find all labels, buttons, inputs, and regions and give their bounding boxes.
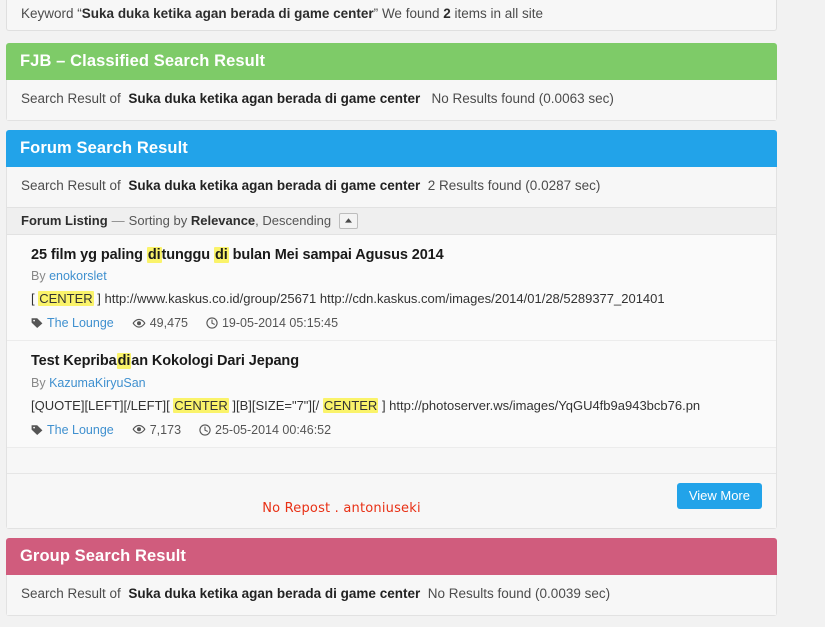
result-title-link[interactable]: 25 film yg paling ditunggu di bulan Mei … [31, 246, 444, 263]
search-term-highlight: di [116, 353, 132, 370]
search-results-page: Keyword “ Suka duka ketika agan berada d… [0, 0, 825, 627]
clock-icon [206, 317, 218, 330]
search-result-item[interactable]: Test Kepribadian Kokologi Dari Jepang By … [7, 341, 776, 449]
group-result-summary: Search Result of Suka duka ketika agan b… [7, 575, 776, 615]
result-timestamp: 19-05-2014 05:15:45 [221, 316, 339, 331]
keyword-value: Suka duka ketika agan berada di game cen… [81, 6, 374, 21]
fjb-result-summary: Search Result of Suka duka ketika agan b… [7, 80, 776, 120]
result-timestamp: 25-05-2014 00:46:52 [215, 422, 332, 437]
group-search-panel: Group Search Result Search Result of Suk… [6, 538, 777, 616]
forum-summary-prefix: Search Result of [21, 178, 121, 193]
text-fragment: an Kokologi Dari Jepang [131, 353, 299, 370]
result-snippet: [QUOTE][LEFT][/LEFT][ CENTER ][B][SIZE="… [31, 397, 762, 416]
forum-results-list: 25 film yg paling ditunggu di bulan Mei … [7, 234, 776, 449]
search-term-highlight: CENTER [173, 398, 229, 413]
eye-icon [132, 318, 146, 329]
sort-field[interactable]: Relevance [191, 213, 255, 228]
content-column: Keyword “ Suka duka ketika agan berada d… [0, 0, 777, 627]
fjb-panel-title: FJB – Classified Search Result [20, 52, 266, 70]
text-fragment: tunggu [161, 246, 214, 263]
fjb-summary-prefix: Search Result of [21, 91, 121, 106]
results-bottom-spacer [7, 448, 776, 475]
group-summary-keyword: Suka duka ketika agan berada di game cen… [128, 586, 421, 601]
by-label: By [31, 268, 50, 283]
forum-summary-suffix: 2 Results found (0.0287 sec) [427, 178, 601, 193]
forum-summary-keyword: Suka duka ketika agan berada di game cen… [128, 178, 421, 193]
sorting-by-text: Sorting by [128, 213, 188, 229]
found-count: 2 [443, 6, 451, 21]
tag-icon [31, 317, 43, 329]
keyword-summary-bar: Keyword “ Suka duka ketika agan berada d… [6, 0, 777, 31]
result-forum-link[interactable]: The Lounge [47, 422, 114, 438]
result-forum-link[interactable]: The Lounge [47, 315, 114, 331]
fjb-panel-header: FJB – Classified Search Result [6, 43, 777, 80]
group-panel-title: Group Search Result [20, 547, 187, 565]
forum-panel-title: Forum Search Result [20, 139, 188, 157]
result-view-count: 7,173 [149, 422, 182, 437]
fjb-summary-keyword: Suka duka ketika agan berada di game cen… [128, 91, 421, 106]
text-fragment: Test Kepriba [31, 353, 117, 370]
fjb-search-panel: FJB – Classified Search Result Search Re… [6, 43, 777, 121]
text-fragment: ] http://photoserver.ws/images/YqGU4fb9a… [378, 398, 701, 413]
found-prefix: We found [381, 6, 440, 21]
result-view-count: 49,475 [149, 316, 188, 331]
group-summary-suffix: No Results found (0.0039 sec) [427, 586, 611, 601]
forum-search-panel: Forum Search Result Search Result of Suk… [6, 130, 777, 530]
forum-result-summary: Search Result of Suka duka ketika agan b… [7, 167, 776, 207]
tag-icon [31, 424, 43, 436]
forum-panel-footer: No Repost . antoniuseki View More [7, 474, 776, 529]
forum-panel-body: Search Result of Suka duka ketika agan b… [6, 167, 777, 530]
text-fragment: bulan Mei sampai Agusus 2014 [228, 246, 444, 263]
keyword-prefix: Keyword [21, 6, 74, 21]
by-label: By [31, 375, 50, 390]
result-title: 25 film yg paling ditunggu di bulan Mei … [31, 245, 762, 266]
result-author-link[interactable]: enokorslet [49, 269, 107, 283]
result-snippet: [ CENTER ] http://www.kaskus.co.id/group… [31, 290, 762, 309]
found-suffix: items in all site [454, 6, 544, 21]
result-author-line: By KazumaKiryuSan [31, 375, 762, 393]
sort-direction[interactable]: , Descending [255, 213, 331, 228]
result-title-link[interactable]: Test Kepribadian Kokologi Dari Jepang [31, 353, 299, 370]
chevron-up-icon [344, 217, 353, 224]
forum-panel-header: Forum Search Result [6, 130, 777, 167]
view-more-button[interactable]: View More [676, 483, 762, 510]
text-fragment: 25 film yg paling [31, 246, 147, 263]
fjb-panel-body: Search Result of Suka duka ketika agan b… [6, 80, 777, 121]
listing-dash: — [111, 213, 125, 229]
search-term-highlight: di [213, 246, 229, 263]
search-term-highlight: CENTER [38, 291, 94, 307]
fjb-summary-suffix: No Results found (0.0063 sec) [431, 91, 614, 106]
watermark-text: No Repost . antoniuseki [262, 501, 421, 517]
eye-icon [132, 424, 146, 435]
group-panel-header: Group Search Result [6, 538, 777, 575]
search-term-highlight: di [146, 246, 162, 263]
result-meta-row: The Lounge 49,475 19-05-2014 05:15:45 [31, 315, 762, 331]
result-title: Test Kepribadian Kokologi Dari Jepang [31, 351, 762, 372]
text-fragment: ] http://www.kaskus.co.id/group/25671 ht… [93, 291, 665, 307]
search-term-highlight: CENTER [322, 398, 379, 413]
group-panel-body: Search Result of Suka duka ketika agan b… [6, 575, 777, 616]
forum-listing-sort-bar: Forum Listing — Sorting by Relevance , D… [7, 206, 776, 235]
text-fragment: ][B][SIZE="7"][/ [228, 398, 323, 413]
group-summary-prefix: Search Result of [21, 586, 121, 601]
result-author-line: By enokorslet [31, 268, 762, 286]
clock-icon [199, 424, 211, 436]
text-fragment: [QUOTE][LEFT][/LEFT][ [31, 398, 174, 413]
result-author-link[interactable]: KazumaKiryuSan [49, 376, 146, 390]
search-result-item[interactable]: 25 film yg paling ditunggu di bulan Mei … [7, 234, 776, 342]
sort-direction-toggle[interactable] [339, 212, 359, 229]
forum-listing-label: Forum Listing [21, 213, 108, 229]
result-meta-row: The Lounge 7,173 25-05-2014 00:46:52 [31, 422, 762, 438]
